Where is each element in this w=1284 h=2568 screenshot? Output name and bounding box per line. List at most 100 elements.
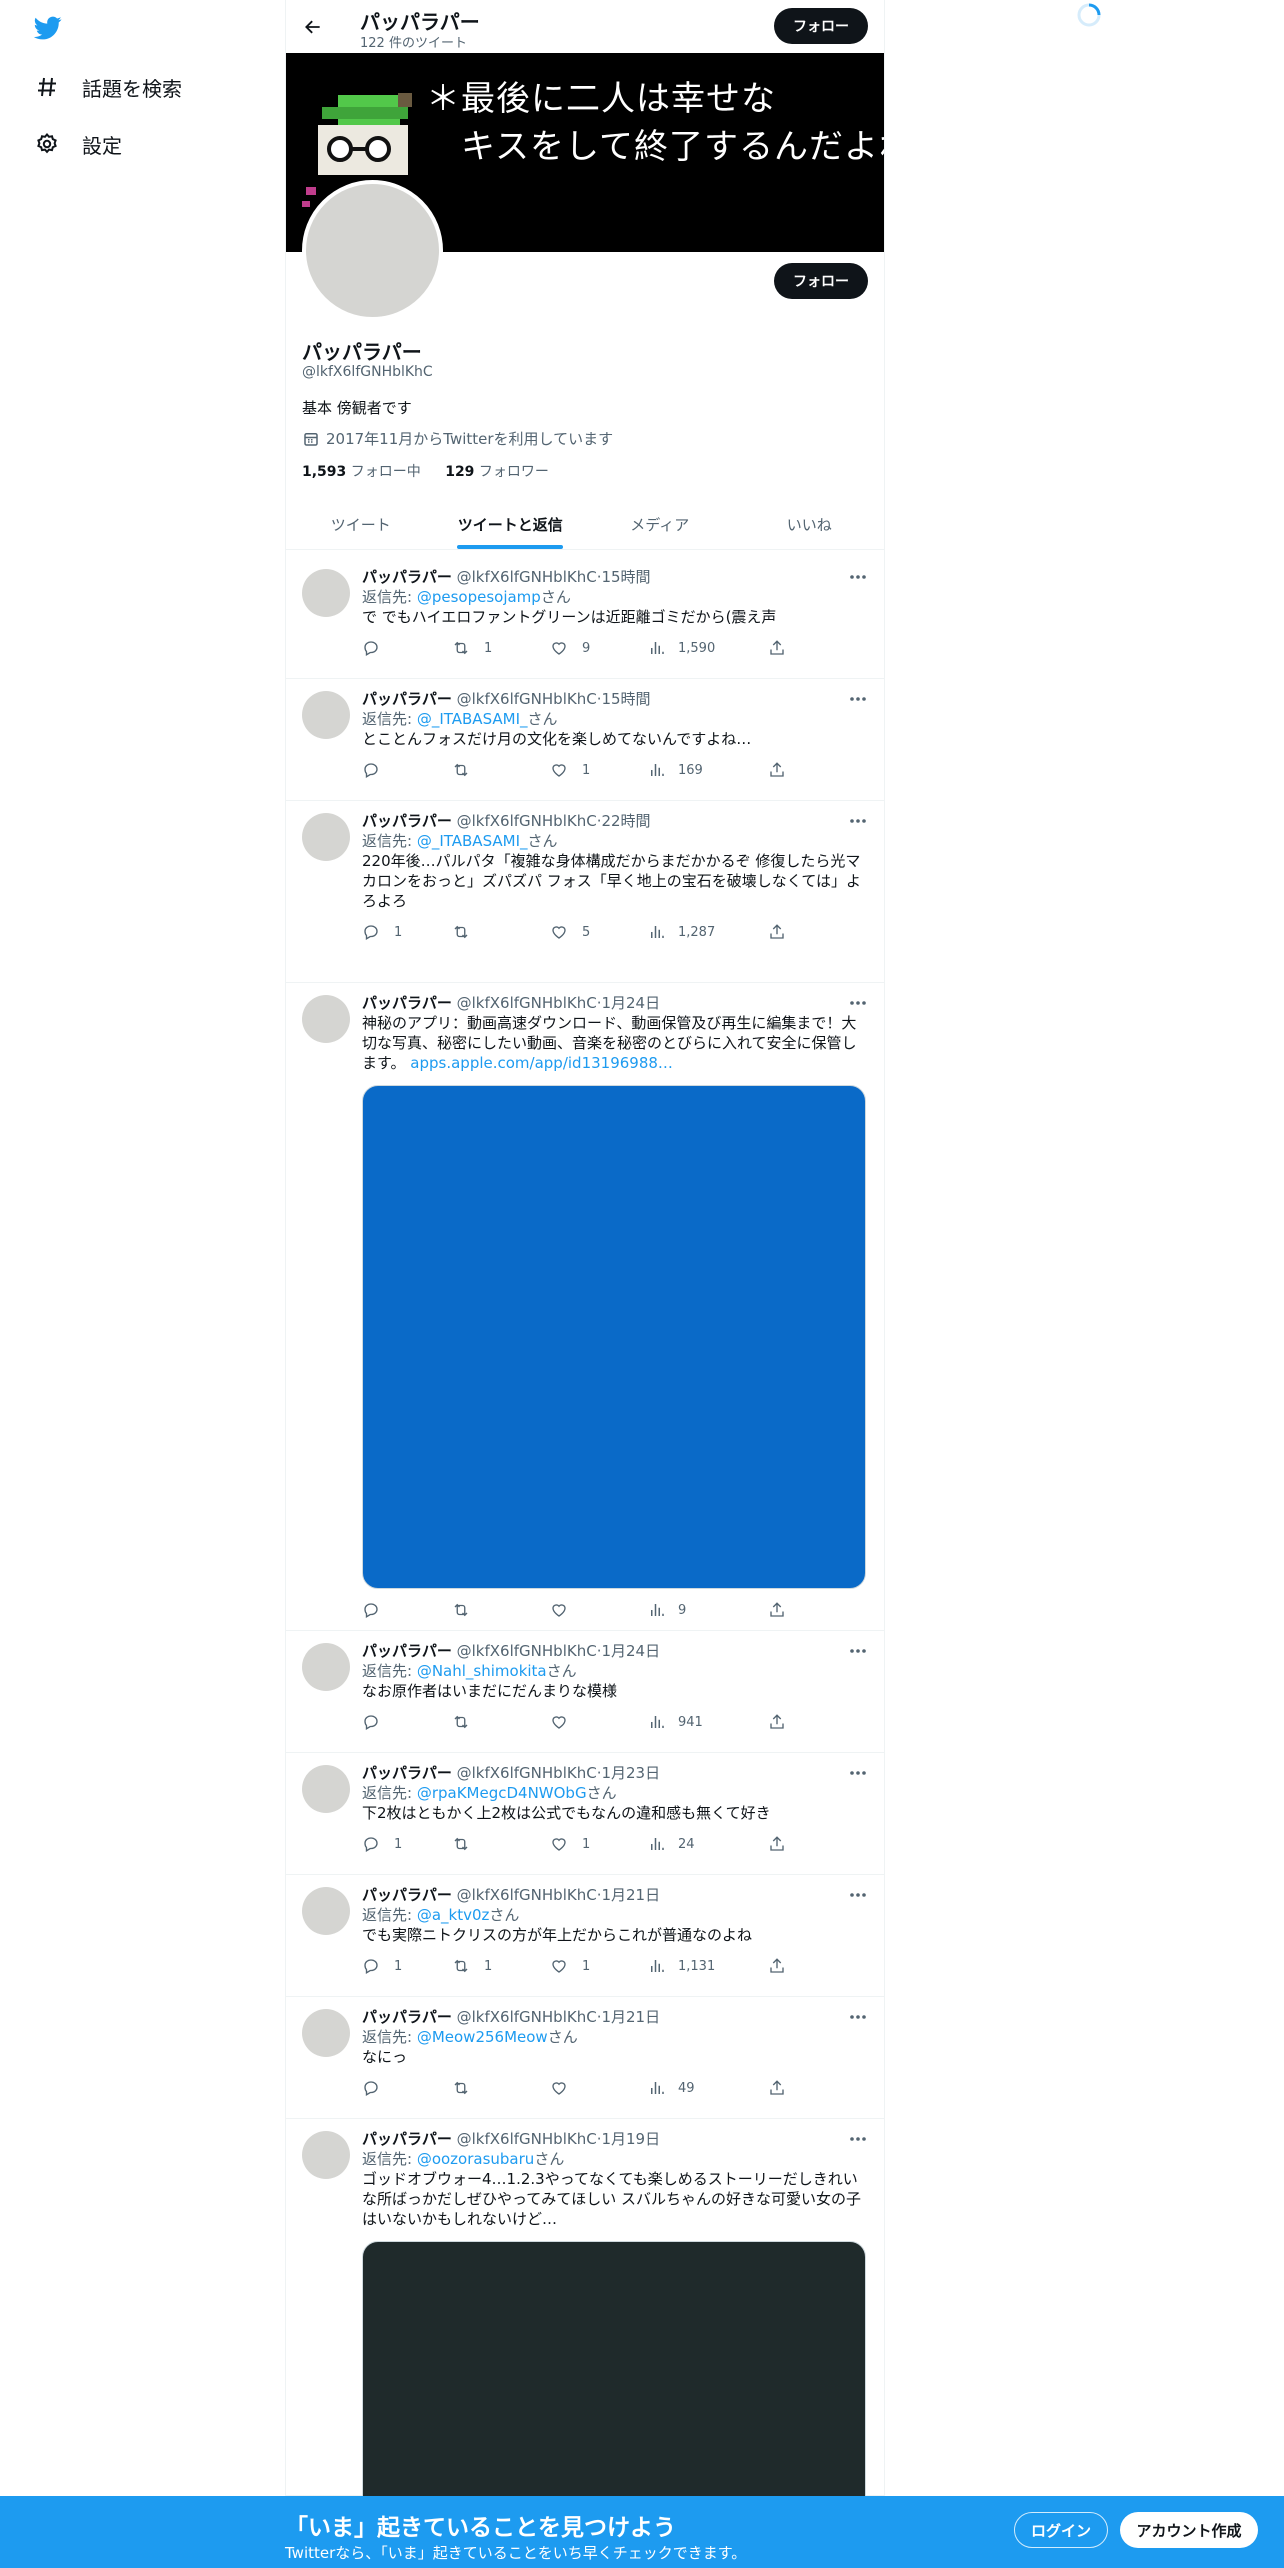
retweet-button[interactable]: 1: [452, 1957, 492, 1975]
nav-settings[interactable]: 設定: [34, 124, 122, 164]
tweet-time[interactable]: 15時間: [601, 568, 650, 586]
retweet-button[interactable]: [452, 1713, 484, 1731]
header-follow-button[interactable]: フォロー: [774, 8, 868, 44]
retweet-button[interactable]: [452, 2079, 484, 2097]
retweet-button[interactable]: [452, 1835, 484, 1853]
tweet-time[interactable]: 1月24日: [601, 1642, 660, 1660]
tweet-author-handle[interactable]: @lkfX6lfGNHblKhC: [457, 690, 597, 708]
tab-tweets-and-replies[interactable]: ツイートと返信: [436, 500, 586, 549]
reply-button[interactable]: 1: [362, 923, 402, 941]
twitter-logo-icon[interactable]: [32, 14, 64, 42]
reply-mention-link[interactable]: @rpaKMegcD4NWObG: [417, 1784, 587, 1802]
tweet-author-name[interactable]: パッパラパー: [362, 1642, 452, 1660]
share-button[interactable]: [768, 1601, 786, 1619]
tweet-author-handle[interactable]: @lkfX6lfGNHblKhC: [457, 2008, 597, 2026]
reply-button[interactable]: [362, 1601, 394, 1619]
views-button[interactable]: 169: [648, 761, 703, 779]
like-button[interactable]: 9: [550, 639, 590, 657]
followers-link[interactable]: 129 フォロワー: [445, 464, 549, 480]
reply-mention-link[interactable]: @Nahl_shimokita: [417, 1662, 547, 1680]
nav-explore[interactable]: 話題を検索: [34, 67, 182, 107]
tweet-time[interactable]: 22時間: [601, 812, 650, 830]
reply-mention-link[interactable]: @Meow256Meow: [417, 2028, 548, 2046]
tweet-author-name[interactable]: パッパラパー: [362, 2130, 452, 2148]
tweet[interactable]: パッパラパー @lkfX6lfGNHblKhC·1月19日 返信先: @oozor…: [286, 2119, 884, 2568]
tweet-time[interactable]: 1月21日: [601, 2008, 660, 2026]
tab-likes[interactable]: いいね: [735, 500, 885, 549]
profile-follow-button[interactable]: フォロー: [774, 263, 868, 299]
retweet-button[interactable]: [452, 923, 484, 941]
share-button[interactable]: [768, 2079, 786, 2097]
tweet-author-handle[interactable]: @lkfX6lfGNHblKhC: [457, 2130, 597, 2148]
signup-button[interactable]: アカウント作成: [1120, 2512, 1258, 2548]
tweet-time[interactable]: 1月21日: [601, 1886, 660, 1904]
tweet[interactable]: パッパラパー @lkfX6lfGNHblKhC·15時間 返信先: @pesope…: [286, 557, 884, 679]
tweet-author-name[interactable]: パッパラパー: [362, 690, 452, 708]
views-button[interactable]: 24: [648, 1835, 695, 1853]
back-arrow-icon[interactable]: [296, 10, 330, 44]
views-button[interactable]: 1,287: [648, 923, 715, 941]
profile-avatar[interactable]: [302, 180, 443, 321]
tweet-time[interactable]: 15時間: [601, 690, 650, 708]
tweet[interactable]: パッパラパー @lkfX6lfGNHblKhC·1月23日 返信先: @rpaKM…: [286, 1753, 884, 1875]
tweet-time[interactable]: 1月24日: [601, 994, 660, 1012]
tweet-author-name[interactable]: パッパラパー: [362, 812, 452, 830]
share-button[interactable]: [768, 761, 786, 779]
reply-mention-link[interactable]: @_ITABASAMI_: [417, 710, 528, 728]
tweet[interactable]: パッパラパー @lkfX6lfGNHblKhC·1月24日 神秘のアプリ：動画高速…: [286, 983, 884, 1631]
views-button[interactable]: 9: [648, 1601, 686, 1619]
views-button[interactable]: 941: [648, 1713, 703, 1731]
tweet-media[interactable]: [362, 1085, 866, 1589]
reply-button[interactable]: [362, 1713, 394, 1731]
like-button[interactable]: 5: [550, 923, 590, 941]
views-button[interactable]: 1,590: [648, 639, 715, 657]
tweet-avatar[interactable]: [302, 2131, 350, 2179]
like-button[interactable]: [550, 2079, 582, 2097]
tweet[interactable]: パッパラパー @lkfX6lfGNHblKhC·22時間 返信先: @_ITABA…: [286, 801, 884, 983]
reply-mention-link[interactable]: @_ITABASAMI_: [417, 832, 528, 850]
tweet-avatar[interactable]: [302, 995, 350, 1043]
following-link[interactable]: 1,593 フォロー中: [302, 464, 421, 480]
tweet-avatar[interactable]: [302, 1643, 350, 1691]
login-button[interactable]: ログイン: [1014, 2512, 1108, 2548]
reply-button[interactable]: [362, 639, 394, 657]
tweet-author-name[interactable]: パッパラパー: [362, 2008, 452, 2026]
retweet-button[interactable]: [452, 1601, 484, 1619]
tweet-author-handle[interactable]: @lkfX6lfGNHblKhC: [457, 812, 597, 830]
like-button[interactable]: 1: [550, 1835, 590, 1853]
share-button[interactable]: [768, 1835, 786, 1853]
share-button[interactable]: [768, 923, 786, 941]
tweet[interactable]: パッパラパー @lkfX6lfGNHblKhC·1月21日 返信先: @a_ktv…: [286, 1875, 884, 1997]
tweet-time[interactable]: 1月23日: [601, 1764, 660, 1782]
tweet-author-name[interactable]: パッパラパー: [362, 568, 452, 586]
like-button[interactable]: [550, 1713, 582, 1731]
tweet-avatar[interactable]: [302, 1765, 350, 1813]
reply-mention-link[interactable]: @pesopesojamp: [417, 588, 541, 606]
reply-button[interactable]: 1: [362, 1957, 402, 1975]
share-button[interactable]: [768, 1957, 786, 1975]
reply-mention-link[interactable]: @oozorasubaru: [417, 2150, 534, 2168]
share-button[interactable]: [768, 639, 786, 657]
tweet[interactable]: パッパラパー @lkfX6lfGNHblKhC·1月24日 返信先: @Nahl_…: [286, 1631, 884, 1753]
tweet-avatar[interactable]: [302, 569, 350, 617]
reply-mention-link[interactable]: @a_ktv0z: [417, 1906, 490, 1924]
tweet-author-handle[interactable]: @lkfX6lfGNHblKhC: [457, 1642, 597, 1660]
tweet-avatar[interactable]: [302, 691, 350, 739]
tweet-author-handle[interactable]: @lkfX6lfGNHblKhC: [457, 1886, 597, 1904]
tweet-time[interactable]: 1月19日: [601, 2130, 660, 2148]
tweet-author-handle[interactable]: @lkfX6lfGNHblKhC: [457, 994, 597, 1012]
retweet-button[interactable]: 1: [452, 639, 492, 657]
tweet[interactable]: パッパラパー @lkfX6lfGNHblKhC·1月21日 返信先: @Meow2…: [286, 1997, 884, 2119]
like-button[interactable]: [550, 1601, 582, 1619]
tweet[interactable]: パッパラパー @lkfX6lfGNHblKhC·15時間 返信先: @_ITABA…: [286, 679, 884, 801]
tab-tweets[interactable]: ツイート: [286, 500, 436, 549]
tab-media[interactable]: メディア: [585, 500, 735, 549]
reply-button[interactable]: [362, 2079, 394, 2097]
tweet-author-handle[interactable]: @lkfX6lfGNHblKhC: [457, 568, 597, 586]
retweet-button[interactable]: [452, 761, 484, 779]
views-button[interactable]: 49: [648, 2079, 695, 2097]
like-button[interactable]: 1: [550, 761, 590, 779]
reply-button[interactable]: [362, 761, 394, 779]
share-button[interactable]: [768, 1713, 786, 1731]
tweet-avatar[interactable]: [302, 813, 350, 861]
